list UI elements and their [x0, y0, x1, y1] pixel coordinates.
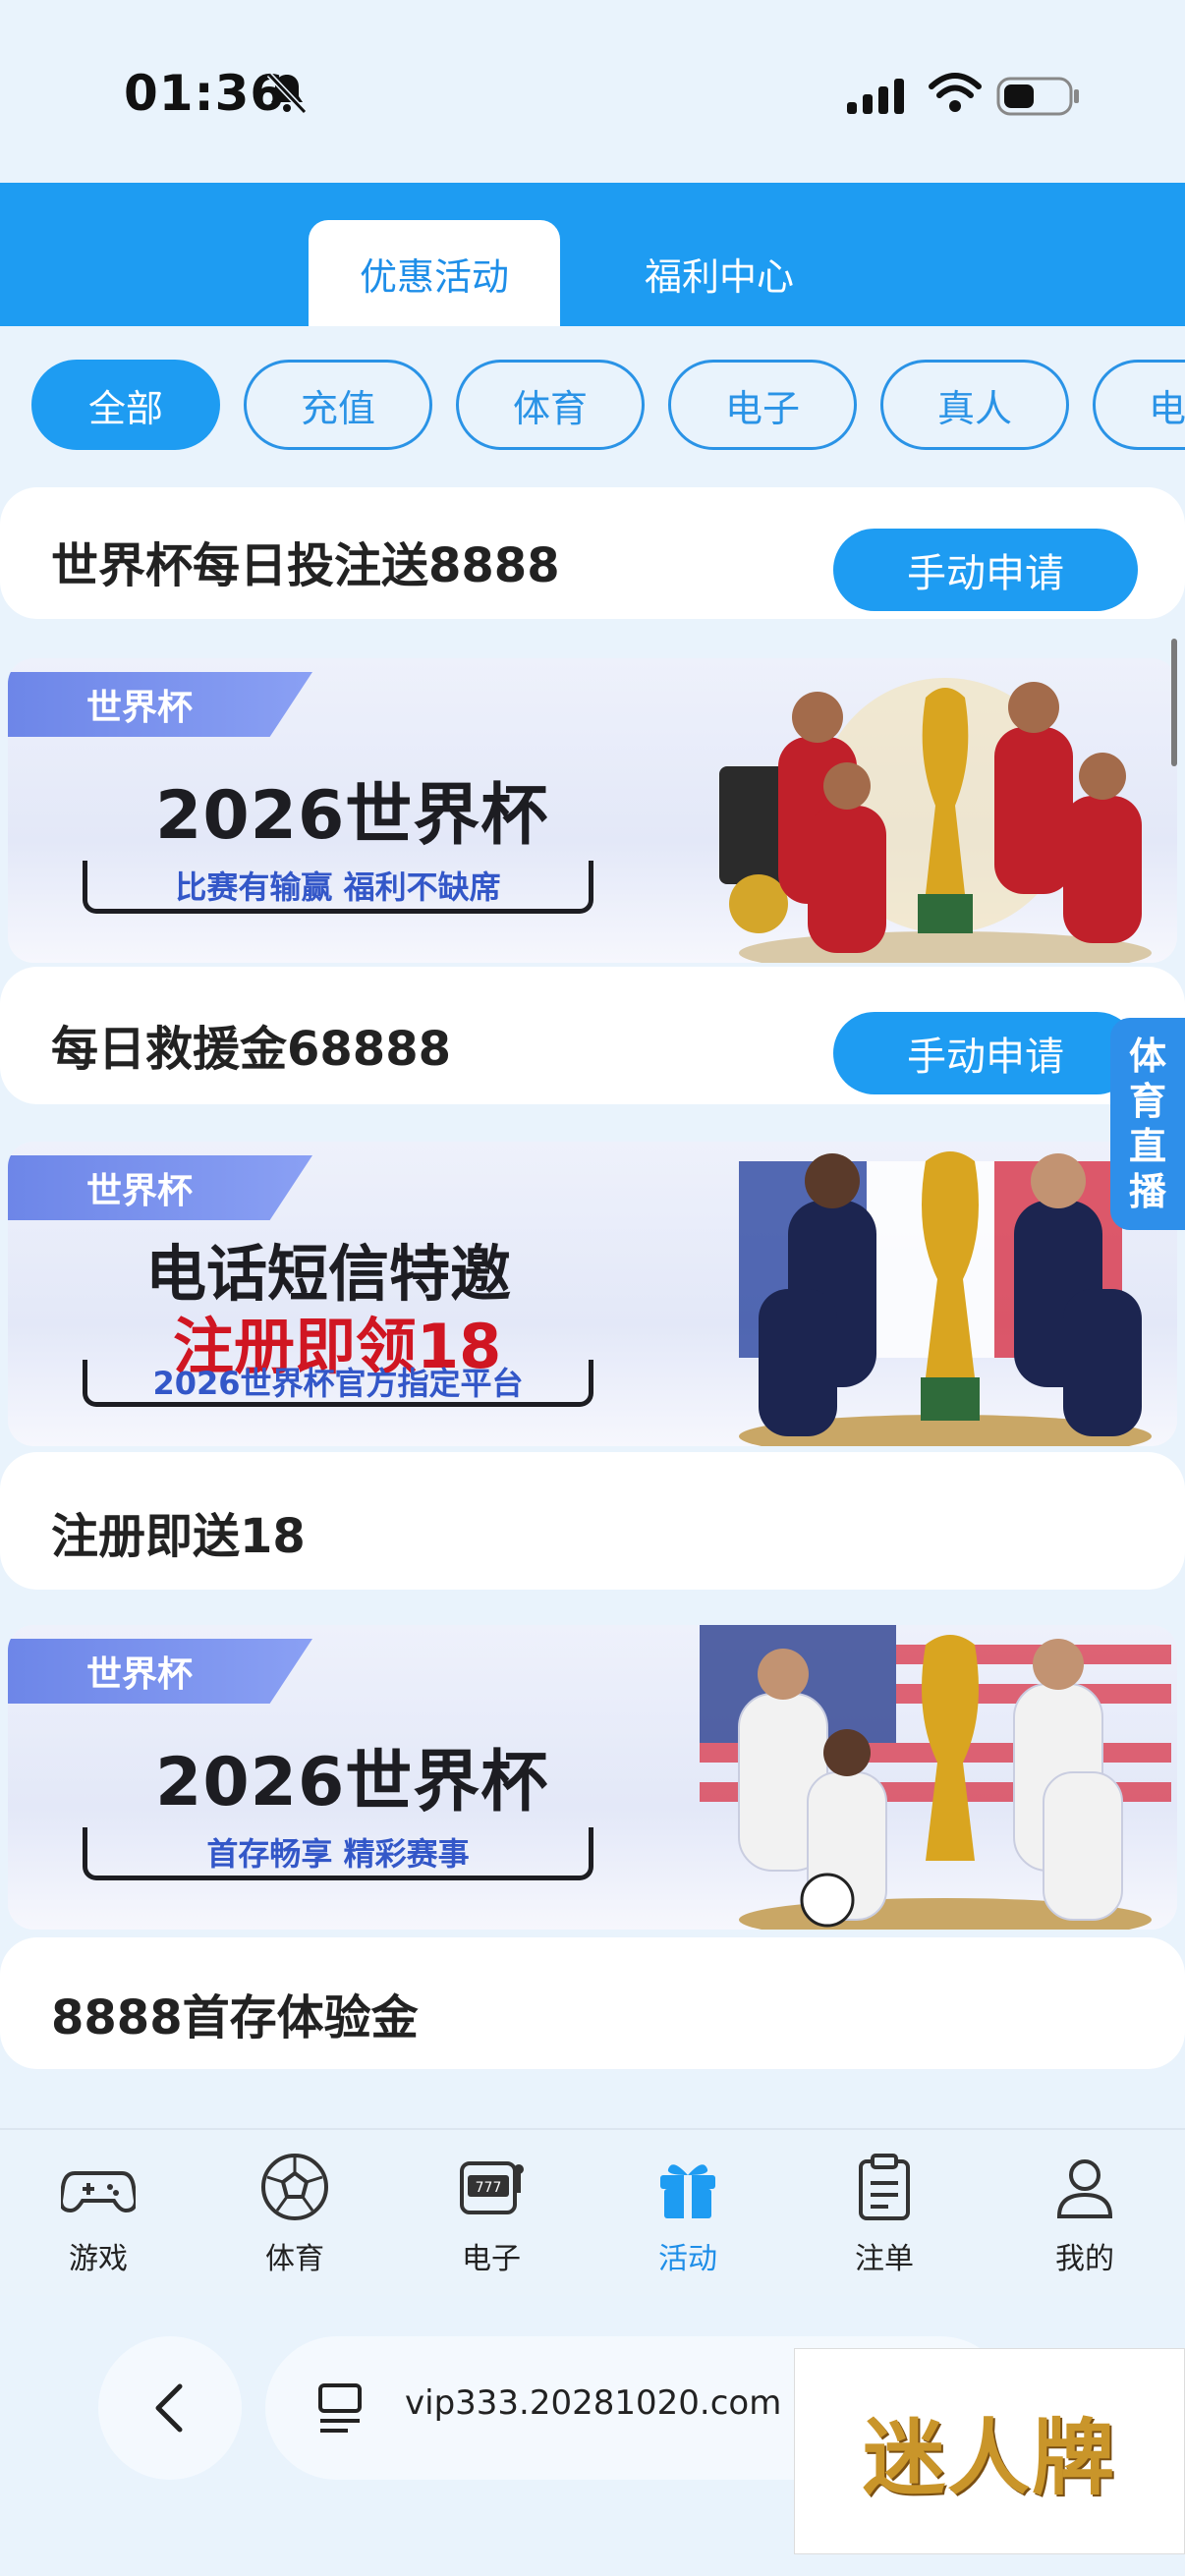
- banner-subtitle: 首存畅享 精彩赛事: [206, 1834, 470, 1873]
- watermark-text: 迷人牌: [862, 2408, 1116, 2506]
- battery-icon: [996, 77, 1079, 116]
- promo-banner[interactable]: 世界杯 电话短信特邀 注册即领18 2026世界杯官方指定平台: [8, 1142, 1177, 1446]
- url-text: vip333.20281020.com: [405, 2383, 782, 2423]
- gift-icon: [660, 2164, 715, 2218]
- live-tab-char: 育: [1128, 1080, 1166, 1123]
- chip-more[interactable]: 电: [1093, 360, 1185, 450]
- back-button[interactable]: [98, 2336, 242, 2480]
- banner-subtitle-box: 首存畅享 精彩赛事: [83, 1827, 593, 1880]
- banner-tag: 世界杯: [8, 1155, 312, 1220]
- user-icon: [1056, 2159, 1113, 2218]
- nav-label: 活动: [658, 2242, 717, 2276]
- nav-label: 电子: [462, 2242, 521, 2276]
- nav-label: 体育: [265, 2242, 324, 2276]
- promo-title: 每日救援金68888: [51, 1022, 451, 1077]
- banner-subtitle: 比赛有输赢 福利不缺席: [175, 868, 501, 906]
- world-cup-players-illustration: [700, 1625, 1171, 1930]
- signal-icon: [847, 79, 904, 114]
- promo-title: 世界杯每日投注送8888: [51, 538, 560, 593]
- promo-card[interactable]: 每日救援金68888 手动申请: [0, 967, 1185, 1104]
- banner-headline: 2026世界杯: [155, 1744, 549, 1821]
- banner-subtitle-box: 2026世界杯官方指定平台: [83, 1360, 593, 1407]
- tab-welfare-center[interactable]: 福利中心: [593, 220, 845, 326]
- chip-sports[interactable]: 体育: [456, 360, 645, 450]
- nav-profile[interactable]: 我的: [1006, 2140, 1163, 2287]
- live-tab-char: 体: [1128, 1035, 1166, 1078]
- promo-card[interactable]: 世界杯每日投注送8888 手动申请: [0, 487, 1185, 619]
- banner-subtitle: 2026世界杯官方指定平台: [152, 1364, 524, 1402]
- chevron-left-icon: [155, 2383, 183, 2433]
- tab-promotions[interactable]: 优惠活动: [309, 220, 560, 326]
- apply-button[interactable]: 手动申请: [833, 1012, 1138, 1094]
- world-cup-players-illustration: [739, 1151, 1152, 1446]
- chip-live[interactable]: 真人: [880, 360, 1069, 450]
- banner-tag: 世界杯: [8, 672, 312, 737]
- nav-electronic[interactable]: 777 电子: [413, 2140, 570, 2287]
- status-bar: 01:36: [0, 0, 1185, 183]
- svg-text:777: 777: [476, 2180, 502, 2196]
- category-chips: 全部 充值 体育 电子 真人 电: [0, 356, 1185, 454]
- wifi-icon: [929, 73, 982, 112]
- banner-subtitle-box: 比赛有输赢 福利不缺席: [83, 861, 593, 914]
- nav-bets[interactable]: 注单: [806, 2140, 963, 2287]
- promo-title: 注册即送18: [51, 1509, 306, 1564]
- chip-deposit[interactable]: 充值: [244, 360, 432, 450]
- slot-machine-icon: 777: [460, 2161, 524, 2214]
- chip-electronic[interactable]: 电子: [668, 360, 857, 450]
- live-tab-char: 播: [1128, 1170, 1166, 1213]
- clock: 01:36: [124, 65, 286, 122]
- scrollbar[interactable]: [1171, 639, 1177, 766]
- watermark-logo: 迷人牌: [794, 2348, 1185, 2554]
- page-menu-icon: [318, 2383, 362, 2433]
- world-cup-players-illustration: [719, 678, 1152, 963]
- promo-banner[interactable]: 世界杯 2026世界杯 首存畅享 精彩赛事: [8, 1625, 1177, 1930]
- nav-activity[interactable]: 活动: [609, 2140, 766, 2287]
- promo-banner[interactable]: 世界杯 2026世界杯 比赛有输赢 福利不缺席: [8, 658, 1177, 963]
- promo-card[interactable]: 8888首存体验金: [0, 1937, 1185, 2069]
- nav-games[interactable]: 游戏: [20, 2140, 177, 2287]
- banner-headline: 2026世界杯: [155, 777, 549, 855]
- live-tab-char: 直: [1128, 1125, 1166, 1168]
- soccer-ball-icon: [261, 2154, 328, 2220]
- nav-label: 我的: [1055, 2242, 1114, 2276]
- nav-label: 游戏: [69, 2242, 128, 2276]
- clipboard-icon: [859, 2154, 910, 2220]
- gamepad-icon: [61, 2171, 136, 2213]
- nav-label: 注单: [855, 2242, 914, 2276]
- promo-title: 8888首存体验金: [51, 1990, 419, 2045]
- activity-tabbar: 优惠活动 福利中心: [0, 183, 1185, 326]
- chip-all[interactable]: 全部: [31, 360, 220, 450]
- sports-live-float-button[interactable]: 体 育 直 播: [1110, 1018, 1185, 1230]
- apply-button[interactable]: 手动申请: [833, 529, 1138, 611]
- promo-card[interactable]: 注册即送18: [0, 1452, 1185, 1590]
- nav-sports[interactable]: 体育: [216, 2140, 373, 2287]
- bottom-navigation: 游戏 体育 777 电子 活动 注单 我的: [0, 2128, 1185, 2295]
- banner-tag: 世界杯: [8, 1639, 312, 1704]
- bell-muted-icon: [266, 72, 308, 115]
